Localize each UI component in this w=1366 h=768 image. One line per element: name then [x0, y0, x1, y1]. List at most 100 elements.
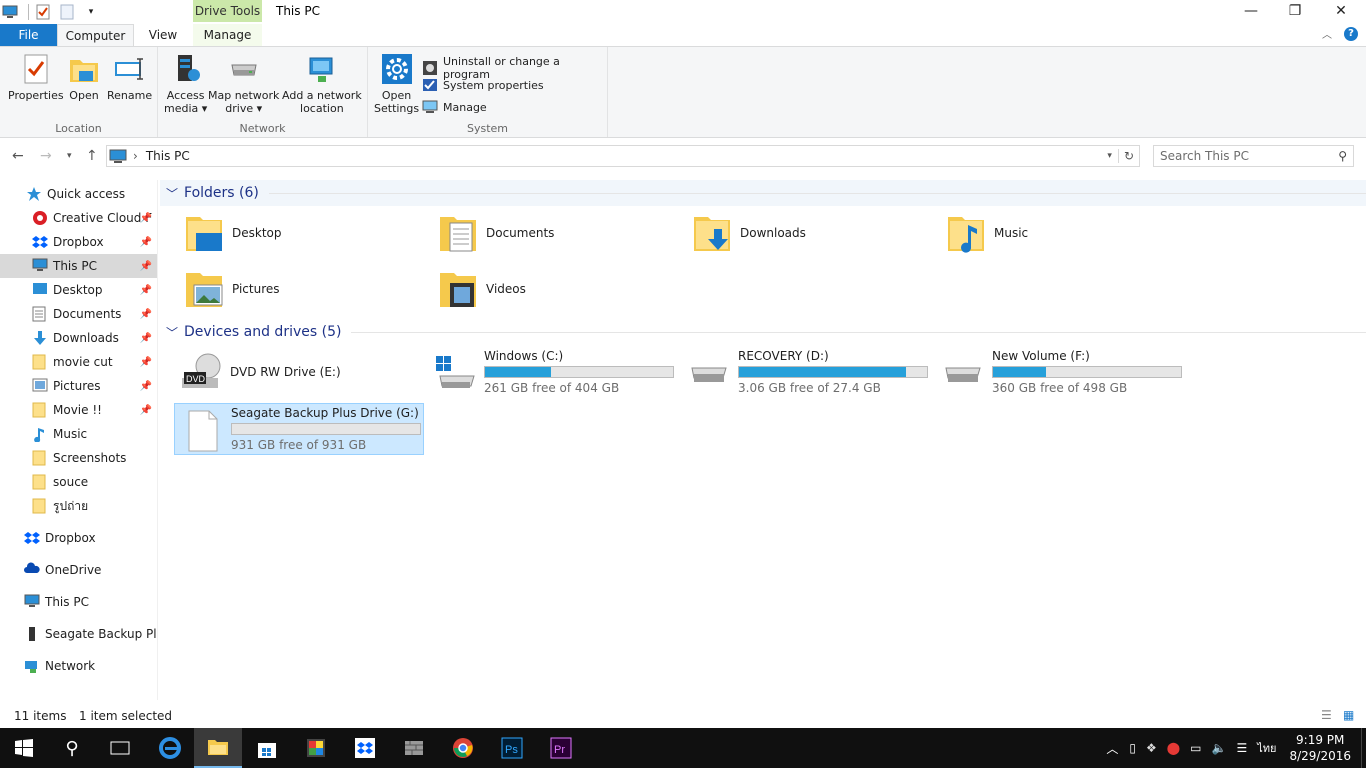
search-input[interactable]: Search This PC ⚲ — [1153, 145, 1354, 167]
nav-quick-access[interactable]: Quick access — [0, 182, 157, 206]
documents-folder-icon — [436, 211, 480, 255]
new-folder-qat-icon[interactable] — [59, 4, 75, 20]
minimize-button[interactable]: — — [1228, 0, 1274, 22]
manage-button[interactable]: Manage — [422, 99, 487, 115]
show-desktop-button[interactable] — [1361, 728, 1366, 768]
rename-button[interactable]: Rename — [107, 53, 152, 102]
usb-icon[interactable]: ▯ — [1129, 741, 1136, 755]
photoshop-taskbar-button[interactable]: Ps — [488, 728, 536, 768]
chrome-taskbar-button[interactable] — [439, 728, 487, 768]
folders-group-header[interactable]: ﹀ Folders (6) — [160, 180, 1366, 206]
address-field[interactable]: › This PC ▾ ↻ — [106, 145, 1140, 167]
map-network-drive-button[interactable]: Map network drive ▾ — [208, 53, 279, 115]
customize-qat-icon[interactable]: ▾ — [83, 4, 99, 20]
clock[interactable]: 9:19 PM 8/29/2016 — [1289, 732, 1351, 764]
nav-music[interactable]: Music — [0, 422, 157, 446]
nav-movie[interactable]: Movie !! 📌 — [0, 398, 157, 422]
up-button[interactable]: ↑ — [86, 148, 98, 164]
security-tray-icon[interactable]: ⬤ — [1167, 741, 1180, 755]
nav-network[interactable]: Network — [0, 654, 157, 678]
premiere-taskbar-button[interactable]: Pr — [537, 728, 585, 768]
nav-onedrive[interactable]: OneDrive — [0, 558, 157, 582]
drive-windows-c[interactable]: Windows (C:) 261 GB free of 404 GB — [428, 346, 678, 398]
drives-group-header[interactable]: ﹀ Devices and drives (5) — [160, 319, 1366, 345]
nav-this-pc-quick[interactable]: This PC 📌 — [0, 254, 157, 278]
search-taskbar-button[interactable]: ⚲ — [48, 728, 96, 768]
nav-dropbox-quick[interactable]: Dropbox 📌 — [0, 230, 157, 254]
volume-icon[interactable]: 🔈 — [1212, 741, 1227, 755]
folder-downloads[interactable]: Downloads — [690, 208, 806, 258]
store-taskbar-button[interactable] — [243, 728, 291, 768]
dropbox-taskbar-button[interactable] — [341, 728, 389, 768]
dropbox-icon — [32, 234, 48, 250]
close-button[interactable]: ✕ — [1318, 0, 1364, 22]
media-server-icon — [170, 53, 202, 85]
properties-button[interactable]: Properties — [8, 53, 64, 102]
properties-icon — [20, 53, 52, 85]
nav-downloads[interactable]: Downloads 📌 — [0, 326, 157, 350]
open-button[interactable]: Open — [68, 53, 100, 102]
open-settings-button[interactable]: Open Settings — [374, 53, 419, 115]
back-button[interactable]: ← — [12, 148, 24, 164]
details-view-icon[interactable]: ☰ — [1321, 708, 1332, 722]
start-button[interactable] — [0, 728, 48, 768]
restore-button[interactable]: ❐ — [1272, 0, 1318, 22]
windows-logo-icon — [15, 739, 33, 757]
nav-souce[interactable]: souce — [0, 470, 157, 494]
nav-photos-thai[interactable]: รูปถ่าย — [0, 494, 157, 518]
tab-computer[interactable]: Computer — [57, 24, 134, 47]
breadcrumb-this-pc[interactable]: This PC — [146, 149, 190, 163]
blank-file-icon — [179, 409, 225, 452]
nav-desktop[interactable]: Desktop 📌 — [0, 278, 157, 302]
show-hidden-icons-icon[interactable]: ︿ — [1106, 740, 1118, 757]
folder-documents[interactable]: Documents — [436, 208, 554, 258]
system-group: Open Settings Uninstall or change a prog… — [368, 47, 608, 137]
nav-movie-cut[interactable]: movie cut 📌 — [0, 350, 157, 374]
dropbox-tray-icon[interactable]: ❖ — [1146, 741, 1157, 755]
folder-music[interactable]: Music — [944, 208, 1028, 258]
windows-drive-icon — [432, 352, 478, 392]
battery-icon[interactable]: ▭ — [1190, 741, 1201, 755]
tab-manage[interactable]: Manage — [193, 24, 262, 47]
pin-icon: 📌 — [139, 212, 152, 224]
properties-qat-icon[interactable] — [35, 4, 51, 20]
folder-videos[interactable]: Videos — [436, 264, 526, 314]
nav-dropbox[interactable]: Dropbox — [0, 526, 157, 550]
folder-desktop[interactable]: Desktop — [182, 208, 282, 258]
collapse-ribbon-icon[interactable]: ︿ — [1322, 26, 1332, 41]
search-icon[interactable]: ⚲ — [1338, 149, 1347, 163]
large-icons-view-icon[interactable]: ▦ — [1343, 708, 1354, 722]
input-language[interactable]: ไทย — [1257, 739, 1276, 757]
forward-button[interactable]: → — [40, 148, 52, 164]
help-icon[interactable]: ? — [1344, 26, 1358, 41]
file-explorer-icon — [208, 740, 228, 755]
nav-seagate[interactable]: Seagate Backup Plus — [0, 622, 157, 646]
file-explorer-taskbar-button[interactable] — [194, 728, 242, 768]
refresh-icon[interactable]: ↻ — [1117, 149, 1139, 163]
recent-locations-button[interactable]: ▾ — [67, 151, 72, 161]
access-media-button[interactable]: Access media ▾ — [164, 53, 207, 115]
usage-bar — [992, 366, 1182, 378]
app-taskbar-button-2[interactable] — [390, 728, 438, 768]
nav-documents[interactable]: Documents 📌 — [0, 302, 157, 326]
tab-file[interactable]: File — [0, 24, 57, 47]
drive-dvd-e[interactable]: DVD DVD RW Drive (E:) — [174, 346, 424, 398]
nav-this-pc[interactable]: This PC — [0, 590, 157, 614]
tab-view[interactable]: View — [140, 24, 186, 47]
drive-recovery-d[interactable]: RECOVERY (D:) 3.06 GB free of 27.4 GB — [682, 346, 932, 398]
system-properties-icon — [422, 77, 438, 93]
drive-seagate-g[interactable]: Seagate Backup Plus Drive (G:) 931 GB fr… — [174, 403, 424, 455]
nav-pictures[interactable]: Pictures 📌 — [0, 374, 157, 398]
drive-new-volume-f[interactable]: New Volume (F:) 360 GB free of 498 GB — [936, 346, 1186, 398]
task-view-button[interactable] — [96, 728, 144, 768]
computer-icon[interactable] — [2, 4, 18, 20]
address-dropdown-icon[interactable]: ▾ — [1107, 151, 1112, 161]
action-center-icon[interactable]: ☰ — [1236, 741, 1247, 755]
edge-taskbar-button[interactable] — [146, 728, 194, 768]
nav-creative-cloud[interactable]: Creative Cloud F 📌 — [0, 206, 157, 230]
folder-pictures[interactable]: Pictures — [182, 264, 280, 314]
system-properties-button[interactable]: System properties — [422, 77, 544, 93]
nav-screenshots[interactable]: Screenshots — [0, 446, 157, 470]
app-taskbar-button-1[interactable] — [292, 728, 340, 768]
add-network-location-button[interactable]: Add a network location — [282, 53, 362, 115]
